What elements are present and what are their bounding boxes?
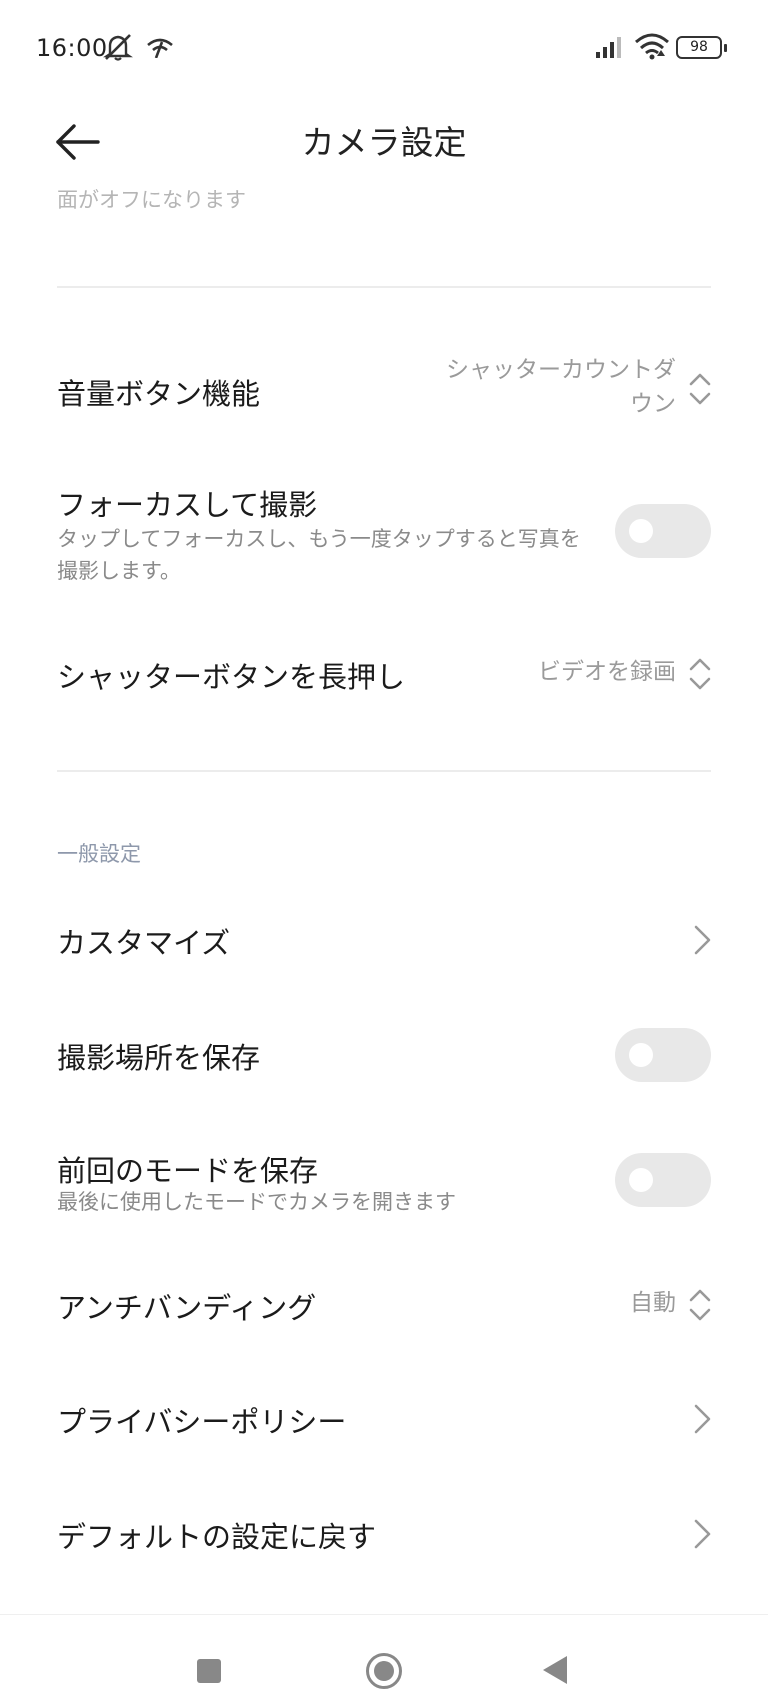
signal-icon (596, 36, 626, 62)
row-value: ビデオを録画 (538, 659, 676, 685)
row-subtitle: 最後に使用したモードでカメラを開きます (57, 1190, 456, 1214)
long-press-shutter-setting[interactable]: シャッターボタンを長押し ビデオを録画 (0, 640, 768, 710)
row-title: 撮影場所を保存 (57, 1041, 261, 1075)
row-title: カスタマイズ (57, 926, 231, 960)
back-triangle-icon[interactable] (543, 1656, 567, 1684)
recents-square-icon[interactable] (197, 1659, 221, 1683)
row-value: シャッターカウントダ ウン (446, 357, 676, 417)
focus-shoot-setting: フォーカスして撮影 タップしてフォーカスし、もう一度タップすると写真を撮影します… (0, 470, 768, 590)
wifi-icon (634, 32, 670, 64)
previous-setting-subtitle: 面がオフになります (57, 188, 246, 212)
home-circle-icon[interactable] (366, 1653, 402, 1689)
camera-settings-screen: 16:00 98 カメラ設定 面がオフになります 音量ボタン機能 シャッターカウ… (0, 0, 768, 1707)
mute-icon (102, 32, 134, 66)
row-value: 自動 (630, 1290, 676, 1316)
page-title: カメラ設定 (301, 123, 467, 162)
chevron-up-down-icon (688, 656, 712, 692)
anti-banding-setting[interactable]: アンチバンディング 自動 (0, 1270, 768, 1340)
reset-defaults-setting[interactable]: デフォルトの設定に戻す (0, 1499, 768, 1569)
save-location-toggle[interactable] (615, 1028, 711, 1082)
row-title: アンチバンディング (57, 1291, 317, 1325)
status-bar: 16:00 98 (0, 0, 768, 96)
chevron-up-down-icon (688, 1287, 712, 1323)
divider (57, 770, 711, 772)
status-time: 16:00 (36, 34, 108, 62)
chevron-up-down-icon (688, 371, 712, 407)
save-last-mode-setting: 前回のモードを保存 最後に使用したモードでカメラを開きます (0, 1140, 768, 1240)
row-title: デフォルトの設定に戻す (57, 1520, 377, 1554)
row-title: 音量ボタン機能 (57, 377, 261, 411)
privacy-policy-setting[interactable]: プライバシーポリシー (0, 1384, 768, 1454)
chevron-right-icon (692, 1518, 712, 1550)
network-icon (146, 36, 174, 62)
chevron-right-icon (692, 1403, 712, 1435)
row-subtitle: タップしてフォーカスし、もう一度タップすると写真を撮影します。 (57, 527, 581, 583)
row-title: プライバシーポリシー (57, 1405, 347, 1439)
system-nav-bar (0, 1614, 768, 1707)
focus-shoot-toggle[interactable] (615, 504, 711, 558)
row-title: フォーカスして撮影 (57, 488, 318, 522)
save-last-mode-toggle[interactable] (615, 1153, 711, 1207)
divider (57, 286, 711, 288)
chevron-right-icon (692, 924, 712, 956)
section-label-general: 一般設定 (57, 842, 141, 866)
volume-button-setting[interactable]: 音量ボタン機能 シャッターカウントダ ウン (0, 345, 768, 445)
save-location-setting: 撮影場所を保存 (0, 1020, 768, 1090)
customize-setting[interactable]: カスタマイズ (0, 905, 768, 975)
battery-icon: 98 (676, 36, 727, 59)
row-title: 前回のモードを保存 (57, 1154, 319, 1188)
row-title: シャッターボタンを長押し (57, 660, 406, 694)
